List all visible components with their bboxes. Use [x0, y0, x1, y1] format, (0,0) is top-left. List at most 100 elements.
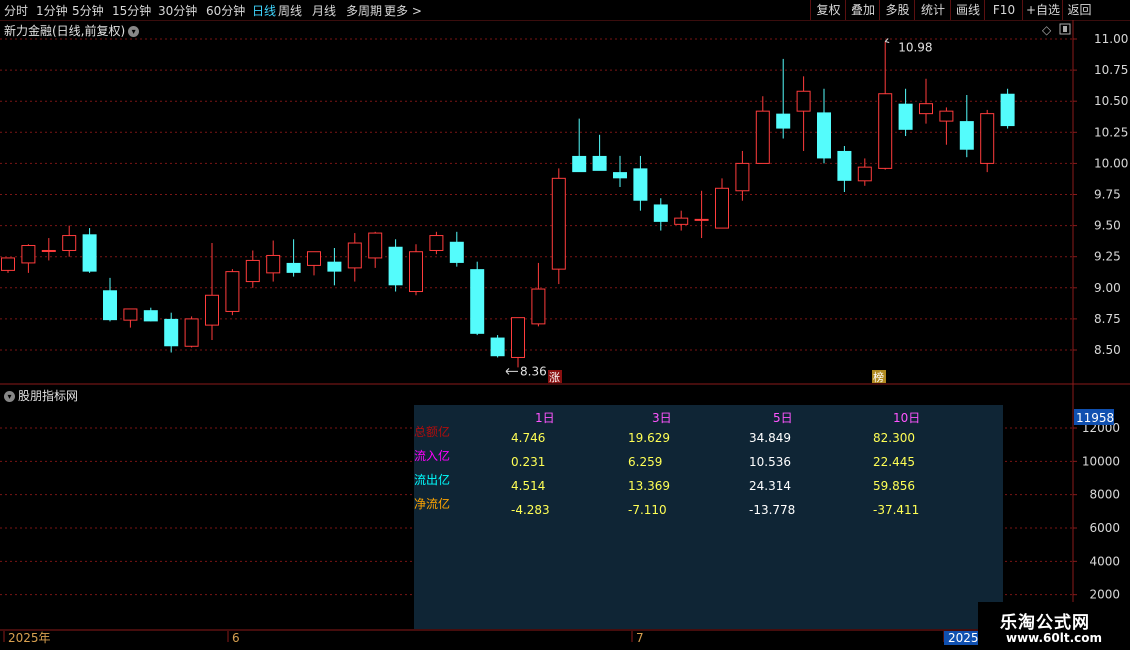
price-label: 10.00 — [1094, 156, 1128, 170]
table-row-label-1: 流入亿 — [414, 449, 451, 463]
candle-body-down — [633, 168, 648, 201]
candle-body-down — [653, 204, 668, 222]
candle-body-up — [429, 235, 444, 251]
candle-body-up — [266, 254, 281, 274]
period-tab-9[interactable]: 多周期 — [346, 2, 382, 19]
price-label: 8.50 — [1094, 343, 1121, 357]
candle-body-up — [245, 259, 260, 283]
table-cell: 0.231 — [511, 455, 546, 469]
period-tab-0[interactable]: 分时 — [4, 2, 28, 19]
period-tab-6[interactable]: 日线 — [252, 2, 276, 19]
volume-axis-label: 4000 — [1089, 554, 1120, 568]
badge-label: 涨 — [549, 371, 560, 384]
table-cell: 34.849 — [749, 431, 791, 445]
table-cell: -37.411 — [873, 503, 920, 517]
current-value: 11958 — [1076, 411, 1114, 425]
volume-axis-label: 10000 — [1082, 454, 1120, 468]
toolbar-button-4[interactable]: 画线 — [950, 0, 985, 20]
table-header-0: 1日 — [535, 411, 555, 425]
table-cell: 4.746 — [511, 431, 546, 445]
candle-body-down — [449, 241, 464, 263]
period-tab-7[interactable]: 周线 — [278, 2, 302, 19]
low-price-marker: 8.36 — [520, 364, 547, 378]
toolbar-button-0[interactable]: 复权 — [810, 0, 846, 20]
volume-axis-label: 8000 — [1089, 488, 1120, 502]
period-tab-1[interactable]: 1分钟 — [36, 2, 68, 19]
candle-body-up — [694, 218, 709, 221]
candle-body-up — [62, 235, 77, 251]
diamond-icon: ◇ — [1042, 23, 1052, 37]
high-price-marker: 10.98 — [898, 40, 932, 54]
watermark-url: www.60lt.com — [1006, 631, 1103, 645]
toolbar: 分时 1分钟 5分钟 15分钟 30分钟 60分钟 日线 周线 月线 多周期 更多 > 复权 叠加 多股统… — [0, 0, 1130, 21]
candle-body-up — [205, 294, 219, 326]
candle-body-up — [551, 177, 566, 270]
table-header-1: 3日 — [652, 411, 672, 425]
toolbar-button-6[interactable]: +自选 — [1022, 0, 1063, 20]
candle-body-up — [735, 162, 750, 192]
toolbar-button-2[interactable]: 多股 — [879, 0, 915, 20]
candle-body-up — [123, 308, 138, 321]
period-tab-10[interactable]: 更多 > — [384, 2, 422, 19]
price-label: 10.75 — [1094, 63, 1128, 77]
time-label: 7 — [636, 631, 644, 645]
period-tab-5[interactable]: 60分钟 — [206, 2, 245, 19]
candle-body-down — [388, 246, 403, 286]
candle-body-up — [368, 232, 383, 259]
candle-body-down — [103, 290, 117, 321]
toolbar-button-7[interactable]: 返回 — [1062, 0, 1096, 20]
period-tab-3[interactable]: 15分钟 — [112, 2, 151, 19]
price-label: 10.50 — [1094, 94, 1128, 108]
toolbar-button-3[interactable]: 统计 — [914, 0, 951, 20]
table-header-3: 10日 — [893, 411, 921, 425]
low-arrow — [505, 368, 518, 375]
candle-body-up — [184, 318, 199, 347]
candle-body-down — [490, 337, 505, 357]
price-label: 9.75 — [1094, 188, 1121, 202]
table-cell: 24.314 — [749, 479, 791, 493]
candle-body-up — [21, 245, 36, 264]
candle-body-down — [776, 113, 791, 129]
price-label: 9.50 — [1094, 219, 1121, 233]
candle-body-down — [470, 269, 485, 334]
badge-label: 榜 — [873, 370, 884, 384]
price-label: 11.00 — [1094, 32, 1128, 46]
watermark-name: 乐淘公式网 — [1000, 613, 1090, 633]
candle-body-up — [939, 110, 954, 122]
time-label: 2025年 — [8, 631, 51, 645]
candle-body-down — [164, 318, 179, 347]
candle-body-up — [409, 251, 423, 293]
candle-body-down — [898, 103, 913, 130]
candle-body-up — [755, 110, 770, 164]
period-tab-2[interactable]: 5分钟 — [72, 2, 104, 19]
candle-body-down — [613, 172, 627, 179]
candle-body-down — [592, 155, 607, 171]
candle-body-down — [1000, 93, 1015, 127]
candle-body-up — [980, 113, 995, 164]
toolbar-button-1[interactable]: 叠加 — [845, 0, 880, 20]
table-header-2: 5日 — [773, 411, 793, 425]
table-cell: 13.369 — [628, 479, 670, 493]
candle-body-up — [674, 217, 689, 225]
candle-body-down — [82, 234, 97, 272]
table-cell: 22.445 — [873, 455, 915, 469]
watermark-logo: 乐淘公式网 www.60lt.com — [978, 602, 1130, 650]
candle-body-up — [715, 187, 729, 229]
candle-body-up — [878, 93, 893, 169]
volume-axis-label: 2000 — [1089, 588, 1120, 602]
candle-body-down — [572, 155, 587, 173]
period-tab-8[interactable]: 月线 — [312, 2, 336, 19]
table-cell: -7.110 — [628, 503, 667, 517]
money-flow-table: 1日 3日 5日 10日 总额亿 4.746 19.629 34.849 82.300 流入亿 0.… — [414, 405, 1003, 629]
candle-body-up — [857, 166, 872, 182]
maximize-icon-inner — [1063, 26, 1067, 32]
table-cell: 10.536 — [749, 455, 791, 469]
candle-body-up — [919, 103, 933, 115]
toolbar-button-5[interactable]: F10 — [984, 0, 1023, 20]
candle-body-up — [307, 251, 321, 266]
table-row-label-3: 净流亿 — [414, 497, 451, 511]
period-tab-4[interactable]: 30分钟 — [158, 2, 197, 19]
candle-body-up — [531, 288, 546, 325]
candle-body-down — [817, 112, 831, 159]
candle-body-up — [511, 317, 525, 358]
